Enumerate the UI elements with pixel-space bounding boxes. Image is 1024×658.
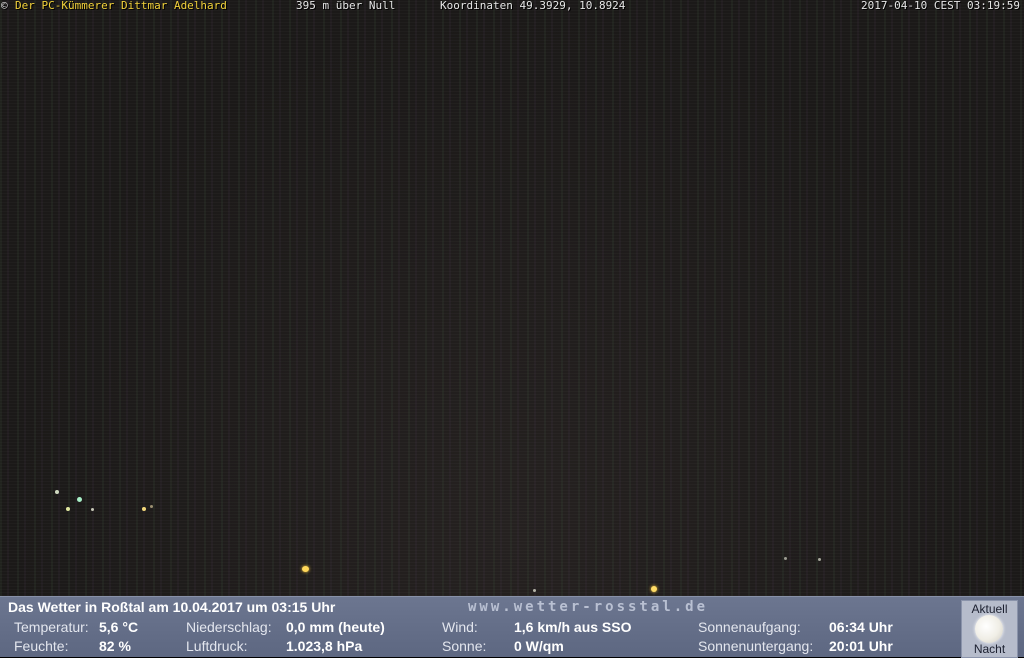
temperature-value: 5,6 °C (99, 619, 139, 635)
full-moon-icon (975, 615, 1003, 643)
pressure-label: Luftdruck: (186, 638, 248, 654)
temperature-label: Temperatur: (14, 619, 89, 635)
webcam-image: © Der PC-Kümmerer Dittmar Adelhard 395 m… (0, 0, 1024, 596)
pressure-value: 1.023,8 hPa (286, 638, 363, 654)
precipitation-label: Niederschlag: (186, 619, 272, 635)
distant-light (150, 505, 153, 508)
distant-light (66, 507, 70, 511)
moon-phase-panel: Aktuell Nacht (961, 600, 1018, 658)
moon-top-label: Aktuell (971, 602, 1008, 616)
sunrise-value: 06:34 Uhr (829, 619, 893, 635)
weather-headline: Das Wetter in Roßtal am 10.04.2017 um 03… (8, 599, 336, 615)
timestamp-text: 2017-04-10 CEST 03:19:59 (861, 0, 1020, 12)
sunset-label: Sonnenuntergang: (698, 638, 814, 654)
distant-light (302, 566, 309, 572)
distant-light (533, 589, 536, 592)
distant-light (784, 557, 787, 560)
sunrise-label: Sonnenaufgang: (698, 619, 801, 635)
wind-label: Wind: (442, 619, 478, 635)
weather-info-bar: Das Wetter in Roßtal am 10.04.2017 um 03… (0, 596, 1024, 657)
distant-light (142, 507, 146, 511)
distant-light (77, 497, 82, 502)
sun-value: 0 W/qm (514, 638, 564, 654)
distant-light (651, 586, 657, 592)
website-url[interactable]: www.wetter-rosstal.de (468, 599, 708, 615)
owner-text: Der PC-Kümmerer Dittmar Adelhard (15, 0, 227, 12)
humidity-label: Feuchte: (14, 638, 69, 654)
distant-light (818, 558, 821, 561)
coordinates-text: Koordinaten 49.3929, 10.8924 (440, 0, 626, 12)
altitude-text: 395 m über Null (296, 0, 396, 12)
distant-light (91, 508, 94, 511)
sun-label: Sonne: (442, 638, 487, 654)
copyright-symbol: © (1, 0, 8, 12)
wind-value: 1,6 km/h aus SSO (514, 619, 632, 635)
sunset-value: 20:01 Uhr (829, 638, 893, 654)
distant-light (55, 490, 59, 494)
humidity-value: 82 % (99, 638, 131, 654)
precipitation-value: 0,0 mm (heute) (286, 619, 385, 635)
moon-bottom-label: Nacht (973, 642, 1006, 656)
